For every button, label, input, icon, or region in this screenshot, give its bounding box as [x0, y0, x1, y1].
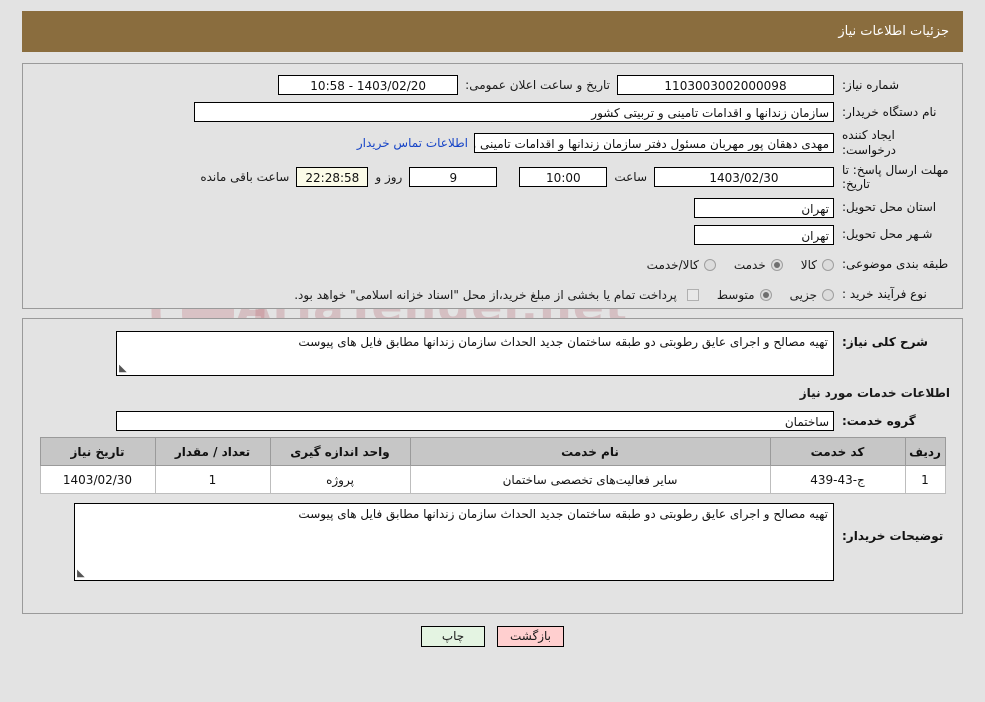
remaining-days-value: 9 — [409, 167, 498, 188]
row-buyer-organization: نام دستگاه خریدار: سازمان زندانها و اقدا… — [33, 101, 952, 123]
buyer-notes-label: توضیحات خریدار: — [842, 529, 944, 543]
treasury-bonds-checkbox[interactable] — [686, 288, 699, 301]
cell-service-code: ج-43-439 — [769, 465, 906, 494]
need-info-panel: شماره نیاز: 1103003002000098 تاریخ و ساع… — [22, 63, 963, 309]
row-need-number: شماره نیاز: 1103003002000098 تاریخ و ساع… — [33, 74, 952, 96]
radio-goods-service-icon[interactable] — [703, 258, 716, 271]
need-detail-panel: شرح کلی نیاز: تهیه مصالح و اجرای عایق رط… — [22, 318, 963, 614]
row-purchase-process: نوع فرآیند خرید : جزیی متوسط پرداخت تمام… — [33, 284, 952, 306]
radio-minor-icon[interactable] — [822, 288, 834, 301]
need-summary-textarea[interactable]: تهیه مصالح و اجرای عایق رطوبتی دو طبقه س… — [116, 331, 834, 376]
need-number-value: 1103003002000098 — [617, 75, 834, 95]
buyer-organization-value: سازمان زندانها و اقدامات تامینی و تربیتی… — [194, 102, 834, 122]
purchase-process-label: نوع فرآیند خرید : — [842, 287, 927, 302]
buyer-notes-textarea[interactable]: تهیه مصالح و اجرای عایق رطوبتی دو طبقه س… — [74, 503, 834, 581]
response-deadline-label: مهلت ارسال پاسخ: تا تاریخ: — [842, 163, 949, 192]
radio-minor-label: جزیی — [789, 287, 817, 302]
table-header-row: ردیف کد خدمت نام خدمت واحد اندازه گیری ت… — [39, 437, 946, 466]
treasury-bonds-note: پرداخت تمام یا بخشی از مبلغ خرید،از محل … — [294, 287, 677, 302]
subject-category-label: طبقه بندی موضوعی: — [842, 257, 949, 272]
cell-need-date: 1403/02/30 — [39, 465, 156, 494]
back-button[interactable]: بازگشت — [497, 626, 564, 647]
col-quantity: تعداد / مقدار — [154, 437, 271, 466]
services-section-title: اطلاعات خدمات مورد نیاز — [799, 386, 950, 400]
delivery-city-value: تهران — [694, 224, 834, 245]
radio-service-icon[interactable] — [770, 258, 783, 271]
row-buyer-notes: توضیحات خریدار: تهیه مصالح و اجرای عایق … — [33, 503, 952, 581]
publish-datetime-value: 1403/02/20 - 10:58 — [278, 75, 459, 95]
radio-service-label: خدمت — [733, 257, 766, 272]
buyer-organization-label: نام دستگاه خریدار: — [842, 104, 937, 119]
remaining-suffix-label: ساعت باقی مانده — [200, 170, 290, 185]
radio-medium-label: متوسط — [716, 287, 755, 302]
radio-option-service[interactable]: خدمت — [734, 258, 783, 272]
request-creator-label: ایجاد کننده درخواست: — [842, 128, 896, 157]
col-service-code: کد خدمت — [769, 437, 906, 466]
need-summary-label: شرح کلی نیاز: — [842, 335, 928, 349]
col-unit: واحد اندازه گیری — [269, 437, 411, 466]
col-row-number: ردیف — [904, 437, 946, 466]
publish-datetime-label: تاریخ و ساعت اعلان عمومی: — [465, 78, 610, 92]
col-need-date: تاریخ نیاز — [39, 437, 156, 466]
cell-service-name: سایر فعالیت‌های تخصصی ساختمان — [409, 465, 771, 494]
page-root: جزئیات اطلاعات نیاز شماره نیاز: 11030030… — [0, 11, 985, 647]
deadline-hour-label: ساعت — [614, 170, 647, 185]
radio-option-goods[interactable]: کالا — [801, 258, 834, 272]
resize-grip-icon-notes[interactable]: ◢ — [77, 568, 87, 579]
row-delivery-city: شـهر محل تحویل: تهران — [33, 224, 952, 246]
radio-goods-icon[interactable] — [822, 258, 834, 271]
buyer-contact-info-link[interactable]: اطلاعات تماس خریدار — [357, 136, 474, 150]
deadline-time-value: 10:00 — [519, 167, 608, 188]
need-summary-value: تهیه مصالح و اجرای عایق رطوبتی دو طبقه س… — [298, 335, 828, 349]
radio-medium-icon[interactable] — [759, 288, 772, 301]
page-title: جزئیات اطلاعات نیاز — [838, 24, 949, 39]
radio-option-medium[interactable]: متوسط — [717, 288, 772, 302]
page-title-bar: جزئیات اطلاعات نیاز — [22, 11, 963, 52]
radio-option-goods-service[interactable]: کالا/خدمت — [647, 258, 716, 272]
service-items-table: ردیف کد خدمت نام خدمت واحد اندازه گیری ت… — [39, 437, 946, 494]
row-delivery-province: استان محل تحویل: تهران — [33, 197, 952, 219]
row-subject-category: طبقه بندی موضوعی: کالا خدمت کالا/خدمت — [33, 254, 952, 276]
row-need-summary: شرح کلی نیاز: تهیه مصالح و اجرای عایق رط… — [33, 331, 952, 376]
service-group-label: گروه خدمت: — [842, 413, 916, 428]
cell-row-number: 1 — [904, 465, 946, 494]
print-button[interactable]: چاپ — [421, 626, 485, 647]
cell-quantity: 1 — [154, 465, 271, 494]
footer-button-bar: بازگشت چاپ — [0, 626, 985, 647]
delivery-city-label: شـهر محل تحویل: — [842, 227, 933, 242]
buyer-notes-value: تهیه مصالح و اجرای عایق رطوبتی دو طبقه س… — [298, 507, 828, 521]
radio-goods-label: کالا — [800, 257, 817, 272]
delivery-province-label: استان محل تحویل: — [842, 200, 937, 215]
need-number-label: شماره نیاز: — [842, 77, 899, 92]
request-creator-value: مهدی دهقان پور مهربان مسئول دفتر سازمان … — [474, 133, 834, 153]
row-service-group: گروه خدمت: ساختمان — [33, 410, 952, 432]
delivery-province-value: تهران — [694, 197, 834, 218]
deadline-date-value: 1403/02/30 — [654, 167, 834, 188]
resize-grip-icon[interactable]: ◢ — [119, 363, 129, 374]
days-and-label: روز و — [375, 170, 403, 185]
table-row: 1 ج-43-439 سایر فعالیت‌های تخصصی ساختمان… — [39, 465, 946, 494]
purchase-process-radio-group: جزیی متوسط — [699, 288, 834, 302]
subject-category-radio-group: کالا خدمت کالا/خدمت — [629, 258, 834, 272]
remaining-countdown-value: 22:28:58 — [296, 167, 369, 188]
radio-option-minor[interactable]: جزیی — [790, 288, 834, 302]
service-group-value: ساختمان — [116, 411, 834, 431]
radio-goods-service-label: کالا/خدمت — [646, 257, 699, 272]
col-service-name: نام خدمت — [409, 437, 771, 466]
row-response-deadline: مهلت ارسال پاسخ: تا تاریخ: 1403/02/30 سا… — [33, 163, 952, 192]
cell-unit: پروژه — [269, 465, 411, 494]
row-request-creator: ایجاد کننده درخواست: مهدی دهقان پور مهرب… — [33, 128, 952, 158]
